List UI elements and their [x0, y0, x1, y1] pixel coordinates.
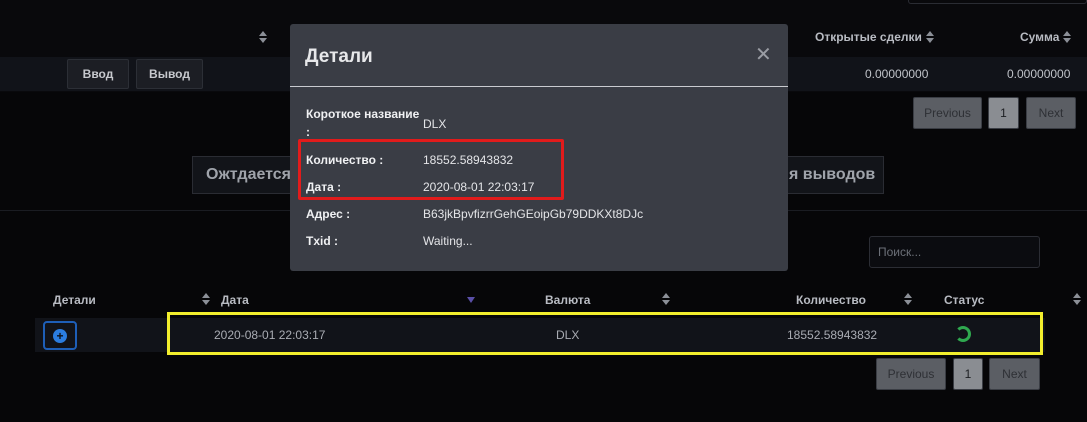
header-sum-label: Сумма — [1020, 30, 1060, 44]
page-1-button[interactable]: 1 — [953, 358, 983, 390]
next-button[interactable]: Next — [1026, 97, 1076, 129]
field-value-address: B63jkBpvfizrrGehGEoipGb79DDKXt8DJc — [423, 207, 644, 221]
sort-icon[interactable] — [904, 293, 913, 305]
sort-icon[interactable] — [259, 31, 267, 43]
tab-pending[interactable]: Ожтдается — [192, 156, 302, 194]
next-button[interactable]: Next — [989, 358, 1040, 390]
deposit-button[interactable]: Ввод — [67, 59, 129, 89]
field-label-short-name: Короткое название — [306, 107, 419, 121]
field-label-short-name-line1: Короткое название — [306, 107, 420, 121]
sort-icon[interactable] — [1073, 293, 1082, 305]
tab-pending-label: Ожтдается — [206, 166, 292, 183]
top-search-input-edge[interactable] — [908, 0, 1087, 4]
sort-icon[interactable] — [661, 293, 670, 305]
field-value-short-name: DLX — [423, 117, 447, 131]
sort-icon — [1063, 31, 1072, 43]
previous-button[interactable]: Previous — [876, 358, 946, 390]
sort-desc-icon[interactable] — [467, 297, 475, 303]
open-trades-value: 0.00000000 — [865, 67, 929, 81]
search-placeholder: Поиск... — [878, 245, 922, 259]
header-amount[interactable]: Количество — [796, 293, 866, 307]
highlight-yellow-box — [167, 312, 1043, 355]
field-label-txid: Txid : — [306, 234, 338, 248]
field-label-address: Адрес : — [306, 207, 351, 221]
sort-icon[interactable] — [202, 293, 211, 305]
highlight-red-box — [298, 139, 564, 200]
close-icon[interactable]: ✕ — [755, 45, 772, 65]
page-1-button[interactable]: 1 — [988, 97, 1019, 129]
sum-value: 0.00000000 — [1007, 67, 1071, 81]
field-label-short-name-colon: : — [306, 125, 310, 139]
header-currency[interactable]: Валюта — [545, 293, 590, 307]
tab-withdrawals-label: я выводов — [789, 166, 876, 183]
sort-icon — [925, 31, 934, 43]
modal-title: Детали — [305, 46, 373, 67]
plus-icon: + — [53, 328, 67, 343]
expand-details-button[interactable]: + — [43, 321, 77, 350]
withdraw-button[interactable]: Вывод — [136, 59, 203, 89]
tab-withdrawals[interactable]: я выводов — [775, 156, 884, 194]
header-status[interactable]: Статус — [944, 293, 984, 307]
header-open-trades[interactable]: Открытые сделки — [815, 30, 934, 44]
search-input[interactable]: Поиск... — [869, 236, 1040, 268]
header-date[interactable]: Дата — [221, 293, 249, 307]
previous-button[interactable]: Previous — [913, 97, 982, 129]
header-sum[interactable]: Сумма — [1020, 30, 1072, 44]
field-value-txid: Waiting... — [423, 234, 473, 248]
header-details[interactable]: Детали — [53, 293, 96, 307]
header-open-trades-label: Открытые сделки — [815, 30, 922, 44]
modal-divider — [290, 86, 788, 87]
